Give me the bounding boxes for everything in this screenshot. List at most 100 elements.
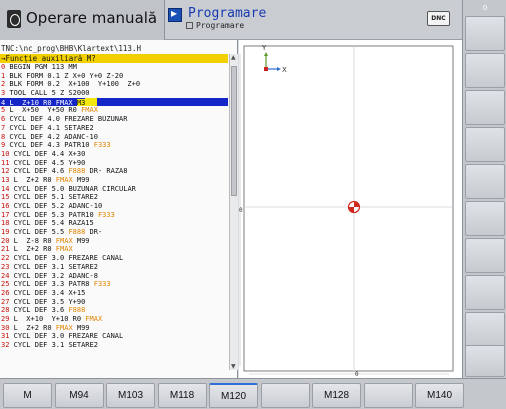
line-text: CYCL DEF 5.3 PATR10 xyxy=(9,210,98,219)
line-feed-keyword: FMAX xyxy=(55,323,73,332)
softkey-bar: M M94 M103 M118 M120 M128 M140 xyxy=(0,378,506,409)
program-line[interactable]: 13 L Z+2 R0 FMAX M99 xyxy=(0,176,228,185)
scroll-up-icon[interactable]: ▲ xyxy=(231,54,236,61)
line-text: CYCL DEF 3.1 SETARE2 xyxy=(9,262,98,271)
axis-x-label: X xyxy=(282,66,287,74)
line-highlight: M3 xyxy=(76,98,86,107)
softkey-m94[interactable]: M94 xyxy=(54,383,104,408)
softkey-m103[interactable]: M103 xyxy=(106,383,155,408)
program-line[interactable]: 0 BEGIN PGM 113 MM xyxy=(0,63,228,72)
programming-mode-icon xyxy=(168,6,182,22)
scroll-down-icon[interactable]: ▼ xyxy=(231,363,236,370)
program-line[interactable]: 9 CYCL DEF 4.3 PATR10 F333 xyxy=(0,141,228,150)
line-feed-keyword: F333 xyxy=(93,280,111,289)
program-line[interactable]: 27 CYCL DEF 3.5 Y+90 xyxy=(0,298,228,307)
program-line[interactable]: 14 CYCL DEF 5.0 BUZUNAR CIRCULAR xyxy=(0,185,228,194)
line-text-tail: M99 xyxy=(72,323,90,332)
right-softkey-5[interactable] xyxy=(465,164,505,199)
program-line[interactable]: 32 CYCL DEF 3.1 SETARE2 xyxy=(0,341,228,350)
program-line[interactable]: 28 CYCL DEF 3.6 F888 xyxy=(0,306,228,315)
line-text-tail: M99 xyxy=(72,236,90,245)
graphics-view[interactable]: 0 0 Y X xyxy=(239,40,462,378)
softkey-m128[interactable]: M128 xyxy=(312,383,361,408)
line-text: CYCL DEF 3.4 X+15 xyxy=(9,288,86,297)
softkey-m118[interactable]: M118 xyxy=(157,383,207,408)
program-line[interactable]: 11 CYCL DEF 4.5 Y+90 xyxy=(0,159,228,168)
program-line[interactable]: 15 CYCL DEF 5.1 SETARE2 xyxy=(0,193,228,202)
right-softkey-2[interactable] xyxy=(465,53,505,88)
mode-tab-programming[interactable]: Programare Programare xyxy=(166,0,416,40)
line-text: CYCL DEF 5.5 xyxy=(9,228,69,237)
program-line[interactable]: 1 BLK FORM 0.1 Z X+0 Y+0 Z-20 xyxy=(0,72,228,81)
program-line[interactable]: 26 CYCL DEF 3.4 X+15 xyxy=(0,289,228,298)
softkey-empty[interactable] xyxy=(260,383,310,408)
right-softkey-10[interactable] xyxy=(465,345,505,377)
line-text: CYCL DEF 4.4 X+30 xyxy=(9,149,86,158)
line-text: L Z-8 R0 xyxy=(9,236,56,245)
right-softkey-9[interactable] xyxy=(465,312,505,347)
program-line[interactable]: 23 CYCL DEF 3.1 SETARE2 xyxy=(0,263,228,272)
right-column-label: 0 xyxy=(482,4,488,12)
program-lines[interactable]: 0 BEGIN PGM 113 MM 1 BLK FORM 0.1 Z X+0 Y… xyxy=(0,63,228,350)
line-text: CYCL DEF 5.1 SETARE2 xyxy=(9,193,98,202)
program-line[interactable]: 20 L Z-8 R0 FMAX M99 xyxy=(0,237,228,246)
line-feed-keyword: FMAX xyxy=(55,236,73,245)
line-feed-keyword: F888 xyxy=(68,306,86,315)
program-line[interactable]: 7 CYCL DEF 4.1 SETARE2 xyxy=(0,124,228,133)
right-softkey-7[interactable] xyxy=(465,238,505,273)
program-line[interactable]: 4 L Z+10 R0 FMAX M3 xyxy=(0,97,228,107)
header-bar: Operare manuală Programare Programare DN… xyxy=(0,0,462,40)
program-line[interactable]: 30 L Z+2 R0 FMAX M99 xyxy=(0,324,228,333)
right-softkey-6[interactable] xyxy=(465,201,505,236)
program-line[interactable]: 8 CYCL DEF 4.2 ADANC-10 xyxy=(0,133,228,142)
line-text-tail: M99 xyxy=(72,175,90,184)
softkey-m140[interactable]: M140 xyxy=(415,383,464,408)
program-line[interactable]: 3 TOOL CALL 5 Z S2000 xyxy=(0,89,228,98)
line-text: CYCL DEF 4.3 PATR10 xyxy=(5,141,94,150)
line-feed-keyword: F888 xyxy=(68,228,86,237)
right-softkey-4[interactable] xyxy=(465,127,505,162)
line-text: CYCL DEF 4.5 Y+90 xyxy=(9,158,86,167)
line-text: CYCL DEF 4.0 FREZARE BUZUNAR xyxy=(5,115,128,124)
program-line[interactable]: 12 CYCL DEF 4.6 F888 DR- RAZA8 xyxy=(0,167,228,176)
program-line[interactable]: 22 CYCL DEF 3.0 FREZARE CANAL xyxy=(0,254,228,263)
line-text: CYCL DEF 3.5 Y+90 xyxy=(9,297,86,306)
program-line[interactable]: 25 CYCL DEF 3.3 PATR8 F333 xyxy=(0,280,228,289)
program-line[interactable]: 29 L X+10 Y+10 R0 FMAX xyxy=(0,315,228,324)
program-line[interactable]: 19 CYCL DEF 5.5 F888 DR- xyxy=(0,228,228,237)
program-line[interactable]: 2 BLK FORM 0.2 X+100 Y+100 Z+0 xyxy=(0,80,228,89)
line-text: L Z+2 R0 xyxy=(9,323,56,332)
line-text: CYCL DEF 3.1 SETARE2 xyxy=(9,341,98,349)
program-line[interactable]: 6 CYCL DEF 4.0 FREZARE BUZUNAR xyxy=(0,115,228,124)
line-feed-keyword: F333 xyxy=(93,141,111,150)
line-text: CYCL DEF 4.2 ADANC-10 xyxy=(5,132,98,141)
softkey-m120[interactable]: M120 xyxy=(209,383,258,408)
mode-tab-manual[interactable]: Operare manuală xyxy=(0,0,165,40)
bottom-scale-label: 0 xyxy=(355,371,359,378)
coordinate-system-icon: Y X xyxy=(261,44,287,74)
right-softkey-8[interactable] xyxy=(465,275,505,310)
line-feed-keyword: FMAX xyxy=(55,245,73,254)
dnc-badge: DNC xyxy=(427,11,450,26)
program-line[interactable]: 31 CYCL DEF 3.0 FREZARE CANAL xyxy=(0,332,228,341)
softkey-empty[interactable] xyxy=(363,383,413,408)
program-line[interactable]: 21 L Z+2 R0 FMAX xyxy=(0,245,228,254)
program-line[interactable]: 5 L X+50 Y+50 R0 FMAX xyxy=(0,106,228,115)
line-feed-keyword: F888 xyxy=(68,167,86,176)
dialog-prompt: →Funcție auxiliară M? xyxy=(0,54,228,63)
right-softkey-column: 0 xyxy=(462,0,506,382)
line-text: BLK FORM 0.2 X+100 Y+100 Z+0 xyxy=(5,80,141,89)
scrollbar-thumb[interactable] xyxy=(231,66,237,196)
program-line[interactable]: 24 CYCL DEF 3.2 ADANC-8 xyxy=(0,272,228,281)
right-softkey-1[interactable] xyxy=(465,16,505,51)
line-text: CYCL DEF 3.6 xyxy=(9,306,69,315)
program-line[interactable]: 10 CYCL DEF 4.4 X+30 xyxy=(0,150,228,159)
program-editor[interactable]: TNC:\nc_prog\BHB\Klartext\113.H →Funcție… xyxy=(0,40,238,378)
program-line[interactable]: 17 CYCL DEF 5.3 PATR10 F333 xyxy=(0,211,228,220)
program-line[interactable]: 16 CYCL DEF 5.2 ADANC-10 xyxy=(0,202,228,211)
manual-mode-icon xyxy=(7,10,21,28)
softkey-m[interactable]: M xyxy=(3,383,52,408)
right-softkey-3[interactable] xyxy=(465,90,505,125)
program-line[interactable]: 18 CYCL DEF 5.4 RAZA15 xyxy=(0,219,228,228)
vertical-scrollbar[interactable]: ▲ ▼ xyxy=(229,54,238,370)
